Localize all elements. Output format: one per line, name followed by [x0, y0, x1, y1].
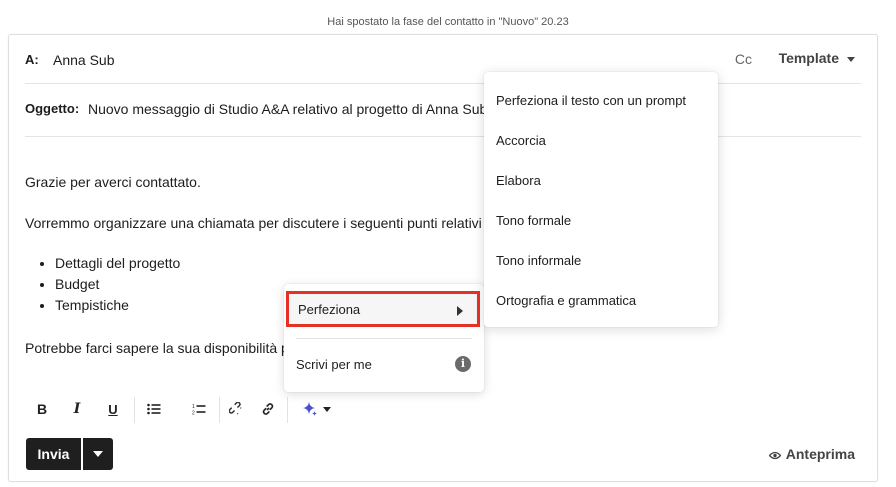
cc-button[interactable]: Cc — [735, 51, 752, 67]
numbered-list-icon: 12 — [192, 404, 206, 416]
underline-icon: U — [108, 401, 118, 417]
refine-submenu: Perfeziona il testo con un prompt Accorc… — [484, 72, 718, 327]
menu-item-refine[interactable]: Perfeziona — [286, 291, 480, 327]
menu-divider — [296, 338, 472, 339]
subject-field[interactable]: Nuovo messaggio di Studio A&A relativo a… — [88, 101, 487, 117]
bold-button[interactable]: B — [28, 395, 56, 423]
unlink-button[interactable] — [222, 395, 250, 423]
link-icon — [262, 403, 274, 415]
link-button[interactable] — [254, 395, 282, 423]
submenu-item-shorten[interactable]: Accorcia — [496, 133, 546, 148]
template-label: Template — [778, 50, 839, 66]
eye-icon — [768, 451, 781, 460]
chevron-down-icon — [93, 451, 103, 457]
italic-icon: I — [73, 401, 81, 417]
numbered-list-button[interactable]: 12 — [185, 395, 213, 423]
template-dropdown[interactable]: Template — [779, 50, 855, 66]
unlink-icon — [229, 402, 242, 415]
ai-sparkle-icon — [302, 402, 317, 416]
send-options-button[interactable] — [83, 438, 113, 470]
body-greeting: Grazie per averci contattato. — [25, 174, 201, 190]
menu-item-write-for-me[interactable]: Scrivi per me — [296, 357, 372, 372]
body-intro: Vorremmo organizzare una chiamata per di… — [25, 215, 482, 231]
submenu-item-elaborate[interactable]: Elabora — [496, 173, 541, 188]
subject-row: Oggetto: Nuovo messaggio di Studio A&A r… — [25, 83, 861, 137]
status-message: Hai spostato la fase del contatto in "Nu… — [327, 16, 569, 28]
chevron-down-icon — [322, 406, 331, 412]
toolbar-divider — [287, 397, 288, 423]
preview-button[interactable]: Anteprima — [768, 446, 855, 462]
submenu-item-formal-tone[interactable]: Tono formale — [496, 213, 571, 228]
underline-button[interactable]: U — [99, 395, 127, 423]
chevron-right-icon — [457, 306, 463, 316]
submenu-item-spelling-grammar[interactable]: Ortografia e grammatica — [496, 293, 636, 308]
svg-text:1: 1 — [192, 404, 195, 410]
list-item: Tempistiche — [55, 295, 180, 316]
body-closing: Potrebbe farci sapere la sua disponibili… — [25, 340, 289, 356]
list-item: Budget — [55, 274, 180, 295]
subject-label: Oggetto: — [25, 101, 80, 116]
bullet-list-button[interactable] — [140, 395, 168, 423]
preview-label: Anteprima — [785, 446, 855, 462]
bold-icon: B — [36, 401, 48, 417]
to-label: A: — [25, 52, 39, 67]
toolbar-divider — [134, 397, 135, 423]
submenu-item-informal-tone[interactable]: Tono informale — [496, 253, 581, 268]
body-bullet-list: Dettagli del progetto Budget Tempistiche — [25, 253, 180, 316]
toolbar-divider — [219, 397, 220, 423]
recipient-row: A: Anna Sub Cc Template — [25, 35, 861, 84]
ai-assistant-button[interactable] — [294, 395, 338, 423]
submenu-item-prompt[interactable]: Perfeziona il testo con un prompt — [496, 93, 686, 108]
ai-assistant-menu: Perfeziona Scrivi per me i — [284, 284, 484, 392]
info-icon[interactable]: i — [455, 356, 471, 372]
chevron-down-icon — [847, 56, 855, 62]
recipient-chip[interactable]: Anna Sub — [53, 52, 115, 68]
italic-button[interactable]: I — [63, 395, 91, 423]
svg-text:2: 2 — [192, 411, 195, 416]
email-composer: A: Anna Sub Cc Template Oggetto: Nuovo m… — [8, 34, 878, 482]
list-item: Dettagli del progetto — [55, 253, 180, 274]
menu-item-refine-label: Perfeziona — [298, 301, 361, 317]
bullet-list-icon — [147, 403, 161, 415]
send-button[interactable]: Invia — [26, 438, 81, 470]
